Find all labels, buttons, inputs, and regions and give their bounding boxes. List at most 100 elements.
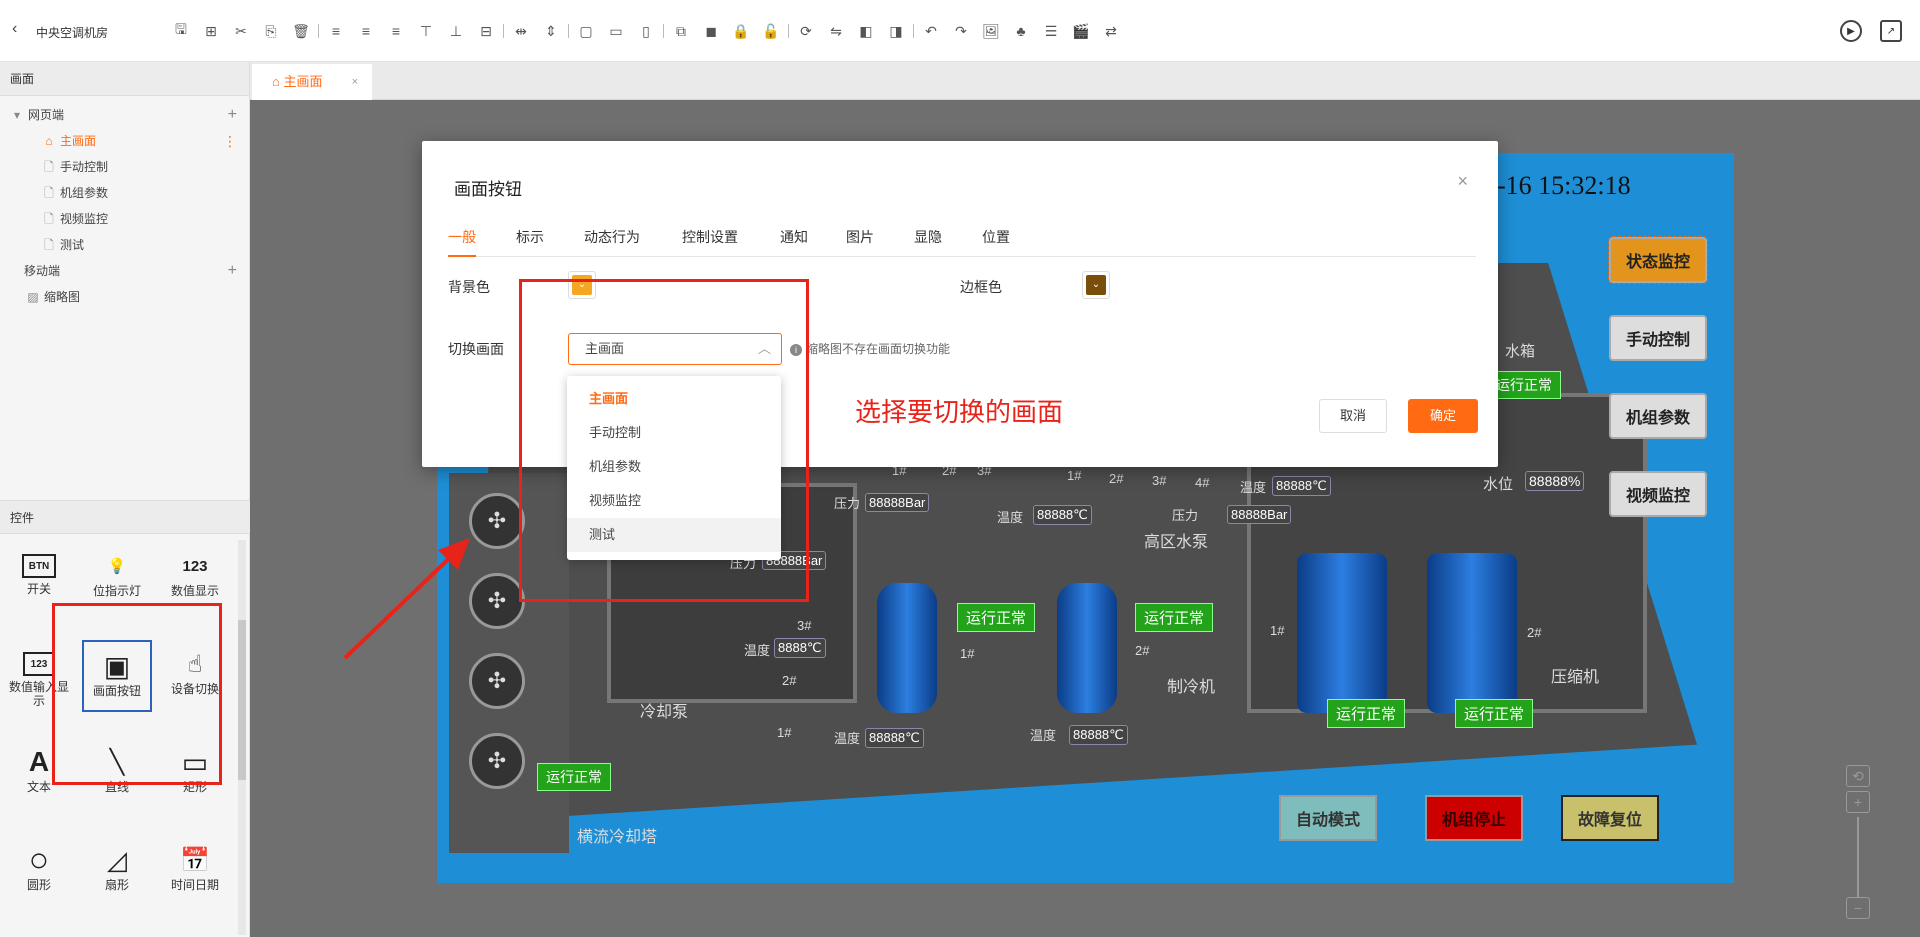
- lock-icon[interactable]: 🔒: [726, 20, 756, 42]
- reset-zoom-icon[interactable]: ⟲: [1846, 765, 1870, 787]
- control-label: 位指示灯: [92, 584, 141, 598]
- annotation-box-control: [52, 603, 222, 785]
- ok-button[interactable]: 确定: [1408, 399, 1478, 433]
- distribute-v-icon[interactable]: ⇕: [536, 20, 566, 42]
- border-color-picker[interactable]: ⌄: [1082, 271, 1110, 299]
- hint-text: i 缩略图不存在画面切换功能: [790, 340, 950, 357]
- tab-main-screen[interactable]: ⌂ 主画面 ×: [252, 64, 372, 100]
- rotate-icon[interactable]: ⟳: [791, 20, 821, 42]
- distribute-h-icon[interactable]: ⇹: [506, 20, 536, 42]
- cut-icon[interactable]: ✂: [226, 20, 256, 42]
- close-tab-icon[interactable]: ×: [352, 64, 358, 100]
- external-link-icon[interactable]: ↗: [1880, 20, 1902, 42]
- align-bottom-icon[interactable]: ⊥: [441, 20, 471, 42]
- flip-icon[interactable]: ⇋: [821, 20, 851, 42]
- cooling-tower-label: 横流冷却塔: [577, 829, 658, 846]
- tree-page-thumbnail[interactable]: ▨ 缩略图: [0, 284, 249, 310]
- ungroup-icon[interactable]: ◼: [696, 20, 726, 42]
- height-icon[interactable]: ▯: [631, 20, 661, 42]
- align-top-icon[interactable]: ⊤: [411, 20, 441, 42]
- send-back-icon[interactable]: ◨: [881, 20, 911, 42]
- controls-section-title: 控件: [0, 500, 250, 534]
- cancel-button[interactable]: 取消: [1319, 399, 1387, 433]
- tank-label: 水箱: [1505, 343, 1536, 360]
- add-icon[interactable]: ⊞: [196, 20, 226, 42]
- add-page-icon[interactable]: +: [228, 258, 237, 284]
- delete-icon[interactable]: 🗑: [286, 20, 316, 42]
- undo-icon[interactable]: ↶: [916, 20, 946, 42]
- bring-front-icon[interactable]: ◧: [851, 20, 881, 42]
- tab-label[interactable]: 标示: [516, 225, 544, 257]
- tree-page-test[interactable]: 🗋 测试: [0, 232, 249, 258]
- zoom-out-icon[interactable]: −: [1846, 897, 1870, 919]
- zoom-slider[interactable]: [1857, 817, 1859, 897]
- back-arrow-icon[interactable]: ‹: [12, 20, 17, 38]
- tab-position[interactable]: 位置: [982, 225, 1010, 257]
- group-icon[interactable]: ⧉: [666, 20, 696, 42]
- unit-params-button[interactable]: 机组参数: [1609, 393, 1707, 439]
- control-datetime[interactable]: 📅 时间日期: [160, 836, 230, 908]
- video-monitor-button[interactable]: 视频监控: [1609, 471, 1707, 517]
- tree-group-web[interactable]: ▾ 网页端 +: [0, 102, 249, 128]
- manual-control-button[interactable]: 手动控制: [1609, 315, 1707, 361]
- paste-icon[interactable]: ⎘: [256, 20, 286, 42]
- dialog-tabs: 一般 标示 动态行为 控制设置 通知 图片 显隐 位置: [448, 225, 1476, 257]
- annotation-text: 选择要切换的画面: [855, 397, 1064, 427]
- tab-control[interactable]: 控制设置: [682, 225, 738, 257]
- tab-notify[interactable]: 通知: [780, 225, 808, 257]
- unit-number: 1#: [777, 725, 792, 740]
- redo-icon[interactable]: ↷: [946, 20, 976, 42]
- status-tag: 运行正常: [1135, 603, 1214, 632]
- layer-icon[interactable]: ☰: [1036, 20, 1066, 42]
- preview-play-icon[interactable]: ▶: [1840, 20, 1862, 42]
- size-icon[interactable]: ▢: [571, 20, 601, 42]
- unit-number: 2#: [782, 673, 797, 688]
- zoom-in-icon[interactable]: +: [1846, 791, 1870, 813]
- unit-number: 1#: [1270, 623, 1285, 638]
- temp-value: 88888℃: [865, 728, 924, 748]
- fault-reset-button[interactable]: 故障复位: [1561, 795, 1659, 841]
- control-sector[interactable]: ◿ 扇形: [82, 836, 152, 908]
- tab-general[interactable]: 一般: [448, 225, 476, 257]
- tree-page-video[interactable]: 🗋 视频监控: [0, 206, 249, 232]
- chiller-label: 制冷机: [1167, 679, 1216, 696]
- auto-mode-button[interactable]: 自动模式: [1279, 795, 1377, 841]
- tree-page-main[interactable]: ⌂ 主画面 ⋮: [0, 128, 249, 154]
- video-icon[interactable]: 🎬: [1066, 20, 1096, 42]
- tab-dynamic[interactable]: 动态行为: [584, 225, 640, 257]
- save-icon[interactable]: 🖫: [166, 20, 196, 42]
- tab-image[interactable]: 图片: [846, 225, 874, 257]
- align-left-icon[interactable]: ≡: [321, 20, 351, 42]
- control-circle[interactable]: ○ 圆形: [4, 836, 74, 908]
- unit-stop-button[interactable]: 机组停止: [1425, 795, 1523, 841]
- temperature-label: 温度: [834, 731, 861, 746]
- add-page-icon[interactable]: +: [228, 102, 237, 128]
- high-pump-label: 高区水泵: [1144, 534, 1209, 551]
- pressure-value: 88888Bar: [1227, 505, 1292, 524]
- status-monitor-button[interactable]: 状态监控: [1608, 236, 1708, 284]
- pages-section-title: 画面: [0, 62, 249, 96]
- tree-page-manual[interactable]: 🗋 手动控制: [0, 154, 249, 180]
- bg-color-label: 背景色: [448, 279, 490, 295]
- home-icon: ⌂: [45, 134, 53, 148]
- tree-page-params[interactable]: 🗋 机组参数: [0, 180, 249, 206]
- temperature-label: 温度: [997, 510, 1024, 525]
- unit-number: 4#: [1195, 475, 1210, 490]
- controls-scrollbar[interactable]: [238, 540, 246, 935]
- unlock-icon[interactable]: 🔓: [756, 20, 786, 42]
- align-right-icon[interactable]: ≡: [381, 20, 411, 42]
- scrollbar-thumb[interactable]: [238, 620, 246, 780]
- status-tag: 运行正常: [1455, 699, 1534, 728]
- zoom-control: ⟲ + −: [1846, 765, 1870, 919]
- image-icon[interactable]: 🖼: [976, 20, 1006, 42]
- switch-icon[interactable]: ⇄: [1096, 20, 1126, 42]
- tree-group-mobile[interactable]: 移动端 +: [0, 258, 249, 284]
- more-icon[interactable]: ⋮: [223, 128, 237, 154]
- align-middle-icon[interactable]: ⊟: [471, 20, 501, 42]
- tab-visibility[interactable]: 显隐: [914, 225, 942, 257]
- library-icon[interactable]: ♣: [1006, 20, 1036, 42]
- width-icon[interactable]: ▭: [601, 20, 631, 42]
- close-icon[interactable]: ×: [1457, 171, 1468, 192]
- pressure-value: 88888Bar: [865, 493, 930, 512]
- align-center-icon[interactable]: ≡: [351, 20, 381, 42]
